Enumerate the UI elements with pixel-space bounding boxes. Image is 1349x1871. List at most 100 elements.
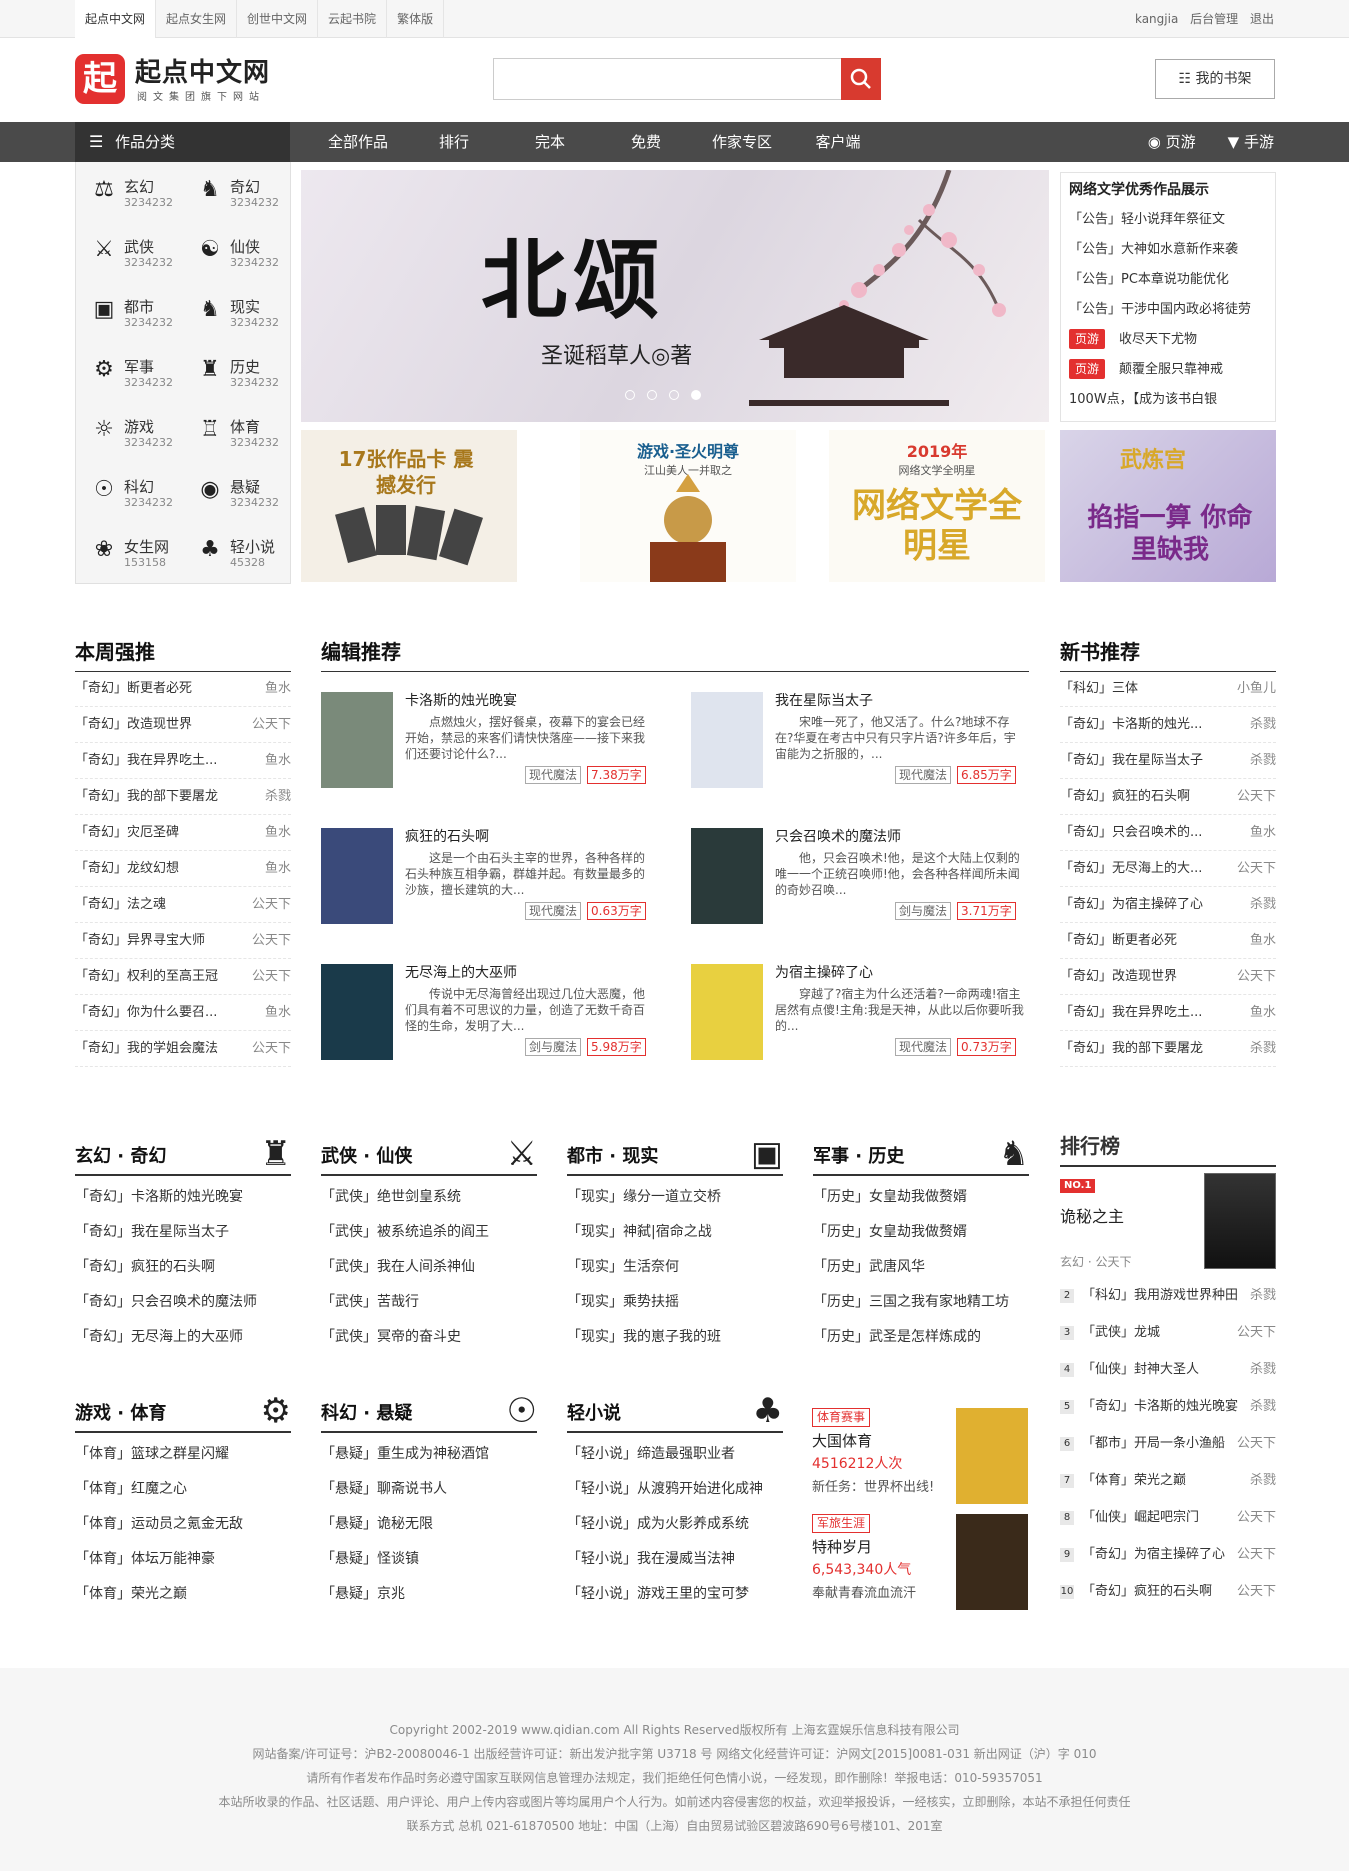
featured-mini[interactable]: 体育赛事 大国体育 4516212人次 新任务：世界杯出线! bbox=[812, 1408, 1028, 1518]
category-section-title[interactable]: 都市 · 现实 bbox=[567, 1142, 658, 1168]
list-item[interactable]: 「体育」红魔之心 bbox=[75, 1472, 291, 1507]
list-item[interactable]: 「奇幻」灾厄圣碑 鱼水 bbox=[75, 815, 291, 851]
nav-rank[interactable]: 排行 bbox=[406, 122, 502, 162]
category-section-title[interactable]: 军事 · 历史 bbox=[813, 1142, 904, 1168]
list-item[interactable]: 「体育」荣光之巅 bbox=[75, 1577, 291, 1612]
nav-free[interactable]: 免费 bbox=[598, 122, 694, 162]
list-item[interactable]: 「奇幻」卡洛斯的烛光晚宴 bbox=[75, 1180, 291, 1215]
category-military[interactable]: ⚙ 军事 3234232 bbox=[76, 346, 176, 396]
list-item[interactable]: 「轻小说」游戏王里的宝可梦 bbox=[567, 1577, 783, 1612]
editor-book[interactable]: 为宿主操碎了心 穿越了?宿主为什么还活着?一命两魂!宿主居然有点傻!主角:我是天神… bbox=[691, 964, 1031, 1074]
list-item[interactable]: 「奇幻」我在异界吃土... 鱼水 bbox=[1060, 995, 1276, 1031]
book-type[interactable]: 现代魔法 bbox=[525, 902, 582, 920]
banner-dot[interactable] bbox=[647, 390, 657, 400]
ad-allstar[interactable]: 2019年 网络文学全明星 网络文学全明星 bbox=[829, 430, 1045, 582]
category-section-title[interactable]: 游戏 · 体育 bbox=[75, 1399, 166, 1425]
list-item[interactable]: 「奇幻」我的部下要屠龙 杀戮 bbox=[1060, 1031, 1276, 1067]
list-item[interactable]: 「悬疑」重生成为神秘酒馆 bbox=[321, 1437, 537, 1472]
book-name[interactable]: 只会召唤术的魔法师 bbox=[775, 826, 901, 846]
list-item[interactable]: 「现实」神弑|宿命之战 bbox=[567, 1215, 783, 1250]
rank-item[interactable]: 4 「仙侠」封神大圣人 杀戮 bbox=[1060, 1351, 1276, 1388]
category-section-title[interactable]: 玄幻 · 奇幻 bbox=[75, 1142, 166, 1168]
list-item[interactable]: 「奇幻」只会召唤术的魔法师 bbox=[75, 1285, 291, 1320]
editor-book[interactable]: 我在星际当太子 宋唯一死了，他又活了。什么?地球不存在?华夏在考古中只有只字片语?… bbox=[691, 692, 1031, 802]
book-type[interactable]: 现代魔法 bbox=[895, 766, 952, 784]
list-item[interactable]: 「奇幻」我在星际当太子 杀戮 bbox=[1060, 743, 1276, 779]
site-link-yunqi[interactable]: 云起书院 bbox=[318, 0, 388, 38]
mini-name[interactable]: 大国体育 bbox=[812, 1430, 872, 1451]
list-item[interactable]: 「悬疑」京兆 bbox=[321, 1577, 537, 1612]
nav-client[interactable]: 客户端 bbox=[790, 122, 886, 162]
rank-item[interactable]: 9 「奇幻」为宿主操碎了心 公天下 bbox=[1060, 1536, 1276, 1573]
book-name[interactable]: 无尽海上的大巫师 bbox=[405, 962, 517, 982]
list-item[interactable]: 「奇幻」为宿主操碎了心 杀戮 bbox=[1060, 887, 1276, 923]
category-menu[interactable]: ☰ 作品分类 bbox=[75, 122, 290, 162]
nav-author[interactable]: 作家专区 bbox=[694, 122, 790, 162]
banner-dot[interactable] bbox=[625, 390, 635, 400]
site-link-female[interactable]: 起点女生网 bbox=[156, 0, 238, 38]
nav-finished[interactable]: 完本 bbox=[502, 122, 598, 162]
category-game[interactable]: ☼ 游戏 3234232 bbox=[76, 406, 176, 456]
list-item[interactable]: 「奇幻」我在星际当太子 bbox=[75, 1215, 291, 1250]
list-item[interactable]: 「体育」体坛万能神豪 bbox=[75, 1542, 291, 1577]
nav-webgame[interactable]: ◉ 页游 bbox=[1148, 122, 1196, 162]
ad-wulian[interactable]: 武炼宫 掐指一算 你命里缺我 bbox=[1060, 430, 1276, 582]
list-item[interactable]: 「奇幻」无尽海上的大巫师 bbox=[75, 1320, 291, 1355]
rank-item[interactable]: 7 「体育」荣光之巅 杀戮 bbox=[1060, 1462, 1276, 1499]
category-suit[interactable]: ♞ 现实 3234232 bbox=[182, 286, 282, 336]
category-section-title[interactable]: 武侠 · 仙侠 bbox=[321, 1142, 412, 1168]
list-item[interactable]: 「武侠」我在人间杀神仙 bbox=[321, 1250, 537, 1285]
rank-item[interactable]: 10 「奇幻」疯狂的石头啊 公天下 bbox=[1060, 1573, 1276, 1610]
notice-item[interactable]: 页游 收尽天下尤物 bbox=[1069, 325, 1267, 355]
category-eye[interactable]: ◉ 悬疑 3234232 bbox=[182, 466, 282, 516]
list-item[interactable]: 「奇幻」我在异界吃土... 鱼水 bbox=[75, 743, 291, 779]
list-item[interactable]: 「奇幻」无尽海上的大... 公天下 bbox=[1060, 851, 1276, 887]
nav-all[interactable]: 全部作品 bbox=[310, 122, 406, 162]
list-item[interactable]: 「奇幻」权利的至高王冠 公天下 bbox=[75, 959, 291, 995]
category-dragon[interactable]: ⚖ 玄幻 3234232 bbox=[76, 166, 176, 216]
logout-link[interactable]: 退出 bbox=[1250, 12, 1274, 26]
list-item[interactable]: 「悬疑」聊斋说书人 bbox=[321, 1472, 537, 1507]
list-item[interactable]: 「历史」三国之我有家地精工坊 bbox=[813, 1285, 1029, 1320]
ad-game-shenghuo[interactable]: 游戏·圣火明尊 江山美人一并取之 bbox=[580, 430, 796, 582]
book-cover[interactable] bbox=[321, 692, 393, 788]
rank-item[interactable]: 8 「仙侠」崛起吧宗门 公天下 bbox=[1060, 1499, 1276, 1536]
book-cover[interactable] bbox=[321, 828, 393, 924]
book-type[interactable]: 剑与魔法 bbox=[525, 1038, 582, 1056]
list-item[interactable]: 「奇幻」你为什么要召... 鱼水 bbox=[75, 995, 291, 1031]
admin-link[interactable]: 后台管理 bbox=[1190, 12, 1238, 26]
book-type[interactable]: 现代魔法 bbox=[895, 1038, 952, 1056]
category-cat[interactable]: ♣ 轻小说 45328 bbox=[182, 526, 282, 576]
site-link-qidian[interactable]: 起点中文网 bbox=[75, 0, 157, 38]
book-cover[interactable] bbox=[691, 964, 763, 1060]
category-trophy[interactable]: ♖ 体育 3234232 bbox=[182, 406, 282, 456]
book-type[interactable]: 剑与魔法 bbox=[895, 902, 952, 920]
logo[interactable]: 起 起点中文网 阅文集团旗下网站 bbox=[75, 52, 295, 108]
mini-cover[interactable] bbox=[956, 1408, 1028, 1504]
list-item[interactable]: 「历史」武圣是怎样炼成的 bbox=[813, 1320, 1029, 1355]
banner-dot[interactable] bbox=[669, 390, 679, 400]
list-item[interactable]: 「武侠」冥帝的奋斗史 bbox=[321, 1320, 537, 1355]
list-item[interactable]: 「奇幻」异界寻宝大师 公天下 bbox=[75, 923, 291, 959]
list-item[interactable]: 「奇幻」卡洛斯的烛光... 杀戮 bbox=[1060, 707, 1276, 743]
rank-item[interactable]: 6 「都市」开局一条小渔船 公天下 bbox=[1060, 1425, 1276, 1462]
rank-item[interactable]: 5 「奇幻」卡洛斯的烛光晚宴 杀戮 bbox=[1060, 1388, 1276, 1425]
notice-item[interactable]: 页游 颠覆全服只靠神戒 bbox=[1069, 355, 1267, 385]
list-item[interactable]: 「现实」乘势扶摇 bbox=[567, 1285, 783, 1320]
nav-mobilegame[interactable]: ▼ 手游 bbox=[1228, 122, 1274, 162]
list-item[interactable]: 「奇幻」只会召唤术的... 鱼水 bbox=[1060, 815, 1276, 851]
mini-name[interactable]: 特种岁月 bbox=[812, 1536, 872, 1557]
ad-card-cards[interactable]: 17张作品卡 震撼发行 bbox=[301, 430, 517, 582]
editor-book[interactable]: 卡洛斯的烛光晚宴 点燃烛火，摆好餐桌，夜幕下的宴会已经开始，禁忌的来客们请快快落座… bbox=[321, 692, 661, 802]
category-feather[interactable]: ❀ 女生网 153158 bbox=[76, 526, 176, 576]
list-item[interactable]: 「轻小说」从渡鸦开始进化成神 bbox=[567, 1472, 783, 1507]
category-swordsman[interactable]: ⚔ 武侠 3234232 bbox=[76, 226, 176, 276]
rank-item[interactable]: 2 「科幻」我用游戏世界种田 杀戮 bbox=[1060, 1277, 1276, 1314]
list-item[interactable]: 「武侠」苦哉行 bbox=[321, 1285, 537, 1320]
list-item[interactable]: 「现实」生活奈何 bbox=[567, 1250, 783, 1285]
hero-banner[interactable]: 北颂 圣诞稻草人◎著 bbox=[301, 170, 1049, 422]
featured-mini[interactable]: 军旅生涯 特种岁月 6,543,340人气 奉献青春流血流汗 bbox=[812, 1514, 1028, 1624]
category-section-title[interactable]: 轻小说 bbox=[567, 1399, 621, 1425]
notice-item[interactable]: 「公告」大神如水意新作来袭 bbox=[1069, 235, 1267, 265]
list-item[interactable]: 「奇幻」改造现世界 公天下 bbox=[75, 707, 291, 743]
